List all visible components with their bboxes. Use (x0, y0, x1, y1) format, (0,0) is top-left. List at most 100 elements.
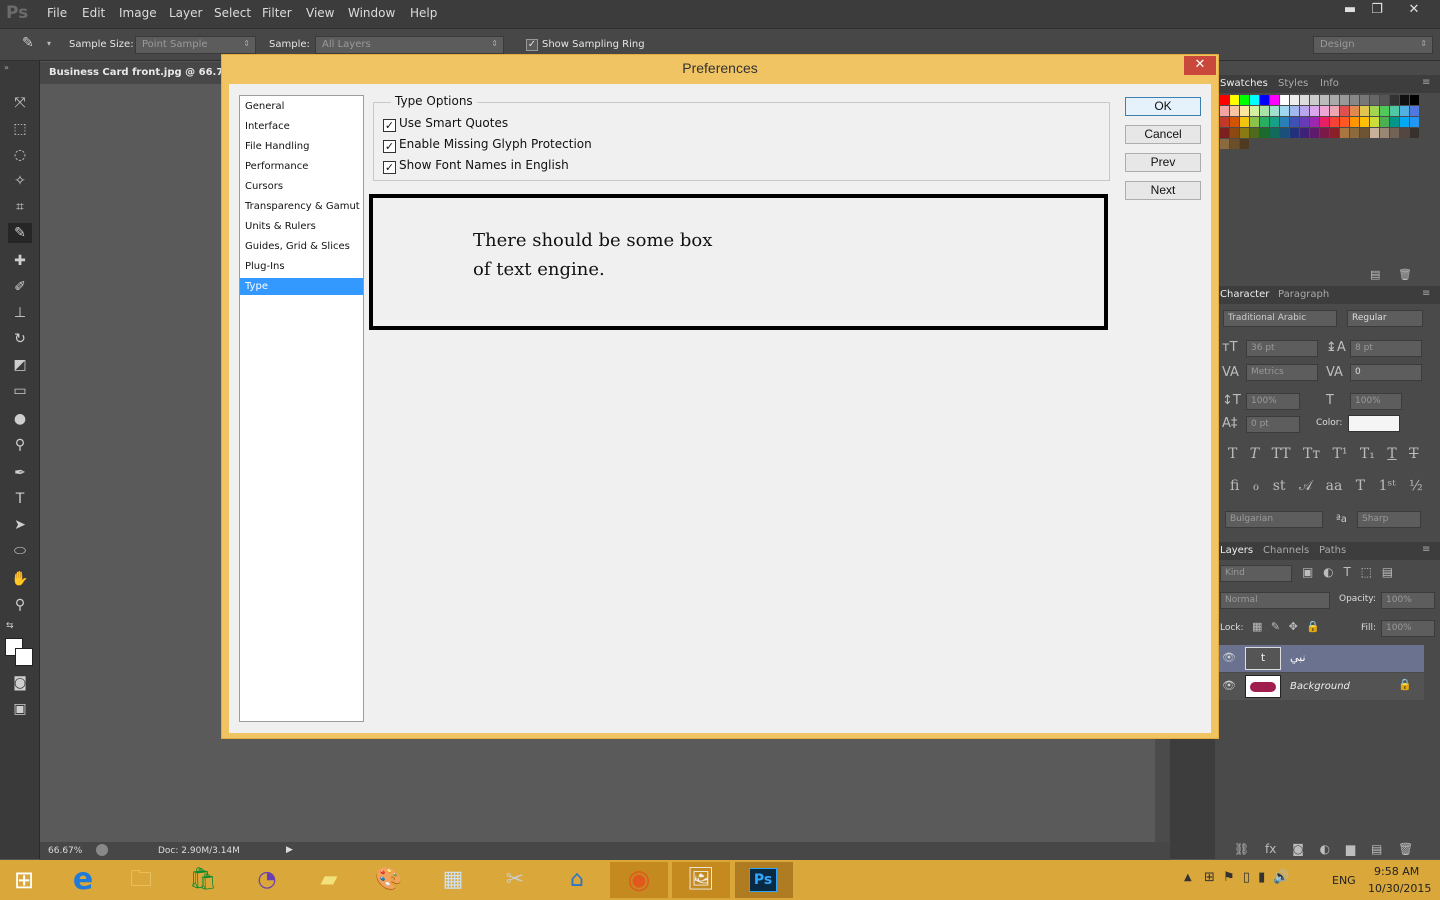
tracking-select[interactable]: 0 (1350, 364, 1422, 381)
font-names-english-option[interactable]: ✓ Show Font Names in English (383, 158, 569, 174)
tab-paragraph[interactable]: Paragraph (1278, 289, 1329, 300)
layer-filter-select[interactable]: Kind (1220, 565, 1292, 582)
delete-swatch-icon[interactable]: 🗑 (1398, 268, 1412, 281)
swatch[interactable] (1250, 117, 1259, 127)
ok-button[interactable]: OK (1125, 97, 1201, 116)
category-general[interactable]: General (240, 98, 363, 115)
swatch[interactable] (1240, 128, 1249, 138)
gradient-tool-icon[interactable]: ▭ (8, 381, 32, 401)
font-family-select[interactable]: Traditional Arabic (1223, 310, 1337, 327)
tray-expand-icon[interactable]: ▲ (1184, 872, 1192, 883)
swatch[interactable] (1290, 128, 1299, 138)
tray-icons[interactable]: ⊞ ⚑ ▯ ▮ 🔊 (1204, 870, 1290, 885)
opentype-buttons[interactable]: ﬁ ℴ st 𝒜 aa T 1ˢᵗ ½ (1230, 478, 1430, 494)
swatch[interactable] (1290, 117, 1299, 127)
swatch[interactable] (1240, 139, 1249, 149)
swatch[interactable] (1380, 106, 1389, 116)
swatch[interactable] (1410, 95, 1419, 105)
category-transparency-gamut[interactable]: Transparency & Gamut (240, 198, 363, 215)
tab-swatches[interactable]: Swatches (1220, 78, 1268, 89)
swatches-grid[interactable] (1220, 95, 1420, 187)
sample-select[interactable]: All Layers ⇕ (315, 36, 504, 54)
category-file-handling[interactable]: File Handling (240, 138, 363, 155)
language-indicator[interactable]: ENG (1332, 874, 1356, 887)
tab-styles[interactable]: Styles (1278, 78, 1308, 89)
swatch[interactable] (1220, 95, 1229, 105)
swatch[interactable] (1370, 106, 1379, 116)
font-style-select[interactable]: Regular (1347, 310, 1423, 327)
swatch[interactable] (1330, 117, 1339, 127)
menu-help[interactable]: Help (410, 6, 437, 20)
swatch[interactable] (1260, 95, 1269, 105)
swatch[interactable] (1390, 128, 1399, 138)
category-plug-ins[interactable]: Plug-Ins (240, 258, 363, 275)
swatch[interactable] (1250, 95, 1259, 105)
clock-time[interactable]: 9:58 AM (1374, 865, 1419, 878)
history-brush-icon[interactable]: ↻ (8, 329, 32, 349)
internet-explorer-icon[interactable]: e (54, 862, 112, 898)
lock-icons[interactable]: ▦ ✎ ✥ 🔒 (1252, 620, 1320, 633)
swatch[interactable] (1350, 95, 1359, 105)
swatch[interactable] (1350, 117, 1359, 127)
brush-tool-icon[interactable]: ✐ (8, 277, 32, 297)
panel-menu-icon[interactable]: ≡ (1422, 77, 1430, 88)
app-icon[interactable]: ◔ (238, 862, 296, 898)
menu-file[interactable]: File (47, 6, 67, 20)
swatch[interactable] (1390, 95, 1399, 105)
hand-tool-icon[interactable]: ✋ (8, 569, 32, 589)
layer-row[interactable]: 👁 t نبي (1218, 645, 1424, 672)
swatch[interactable] (1230, 95, 1239, 105)
lasso-tool-icon[interactable]: ◌ (8, 145, 32, 165)
tab-channels[interactable]: Channels (1263, 545, 1309, 556)
swatch[interactable] (1300, 95, 1309, 105)
swatch[interactable] (1400, 95, 1409, 105)
swatch[interactable] (1330, 95, 1339, 105)
folder-icon[interactable]: ▰ (300, 862, 358, 898)
cancel-button[interactable]: Cancel (1125, 125, 1201, 144)
swatch[interactable] (1230, 139, 1239, 149)
swatch[interactable] (1330, 128, 1339, 138)
restore-icon[interactable]: ❐ (1363, 0, 1391, 22)
menu-select[interactable]: Select (214, 6, 251, 20)
swatch[interactable] (1280, 95, 1289, 105)
swatch[interactable] (1310, 95, 1319, 105)
tab-character[interactable]: Character (1220, 289, 1269, 300)
layer-name[interactable]: Background (1290, 681, 1350, 692)
document-tab[interactable]: Business Card front.jpg @ 66.7% (40, 62, 233, 84)
swatch[interactable] (1360, 95, 1369, 105)
menu-view[interactable]: View (306, 6, 334, 20)
status-menu-arrow-icon[interactable]: ▶ (286, 845, 293, 855)
workspace-select[interactable]: Design ⇕ (1313, 36, 1433, 54)
network-app-icon[interactable]: ⌂ (548, 862, 606, 898)
move-tool-icon[interactable]: ⤧ (8, 93, 32, 113)
close-icon[interactable]: ✕ (1398, 0, 1430, 22)
swatch[interactable] (1240, 106, 1249, 116)
vertical-scale-input[interactable]: 100% (1246, 393, 1300, 410)
screen-mode-icon[interactable]: ▣ (8, 699, 32, 719)
font-size-input[interactable]: 36 pt (1246, 340, 1318, 357)
category-guides-grid-slices[interactable]: Guides, Grid & Slices (240, 238, 363, 255)
smart-quotes-option[interactable]: ✓ Use Smart Quotes (383, 116, 508, 132)
layers-footer-icons[interactable]: ⛓ fx ◙ ◐ ▆ ▤ 🗑 (1234, 842, 1413, 856)
snipping-tool-icon[interactable]: ✂ (486, 862, 544, 898)
swatch[interactable] (1410, 106, 1419, 116)
opacity-input[interactable]: 100% (1381, 592, 1435, 609)
category-performance[interactable]: Performance (240, 158, 363, 175)
swatch[interactable] (1310, 128, 1319, 138)
eraser-tool-icon[interactable]: ◩ (8, 355, 32, 375)
swatch[interactable] (1220, 106, 1229, 116)
baseline-shift-input[interactable]: 0 pt (1246, 416, 1300, 433)
next-button[interactable]: Next (1125, 181, 1201, 200)
swatch[interactable] (1310, 117, 1319, 127)
swatch[interactable] (1370, 128, 1379, 138)
swatch[interactable] (1350, 128, 1359, 138)
menu-layer[interactable]: Layer (169, 6, 202, 20)
kerning-select[interactable]: Metrics (1246, 364, 1318, 381)
swatch[interactable] (1240, 117, 1249, 127)
swatch[interactable] (1320, 128, 1329, 138)
tab-paths[interactable]: Paths (1319, 545, 1346, 556)
category-cursors[interactable]: Cursors (240, 178, 363, 195)
quick-mask-icon[interactable]: ◙ (8, 673, 32, 693)
fill-input[interactable]: 100% (1381, 620, 1435, 637)
missing-glyph-option[interactable]: ✓ Enable Missing Glyph Protection (383, 137, 592, 153)
